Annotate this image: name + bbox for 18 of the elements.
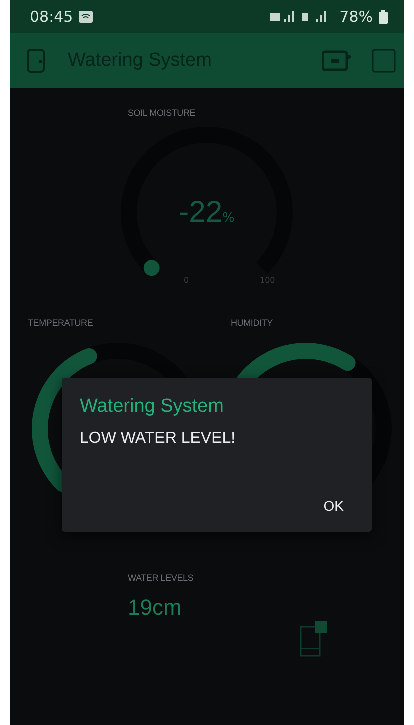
phone-icon[interactable] — [300, 621, 328, 657]
exit-icon[interactable] — [24, 48, 48, 74]
ok-button[interactable]: OK — [316, 492, 352, 520]
clock-time: 08:45 — [30, 8, 74, 26]
dialog-message: LOW WATER LEVEL! — [80, 430, 237, 448]
gauge-label: HUMIDITY — [231, 318, 274, 328]
gauge-label: SOIL MOISTURE — [128, 108, 196, 118]
battery-percent: 78% — [340, 8, 373, 26]
gauge-unit: % — [222, 211, 235, 226]
gauge-value: -22 — [179, 196, 222, 230]
battery-icon — [379, 10, 388, 24]
square-icon[interactable] — [372, 48, 396, 72]
notification-icon — [79, 10, 94, 22]
dialog-title: Watering System — [80, 396, 225, 418]
water-levels-label: WATER LEVELS — [128, 573, 194, 583]
device-icon[interactable] — [322, 50, 352, 72]
water-level-value: 19cm — [128, 595, 182, 621]
gauge-label: TEMPERATURE — [28, 318, 94, 328]
